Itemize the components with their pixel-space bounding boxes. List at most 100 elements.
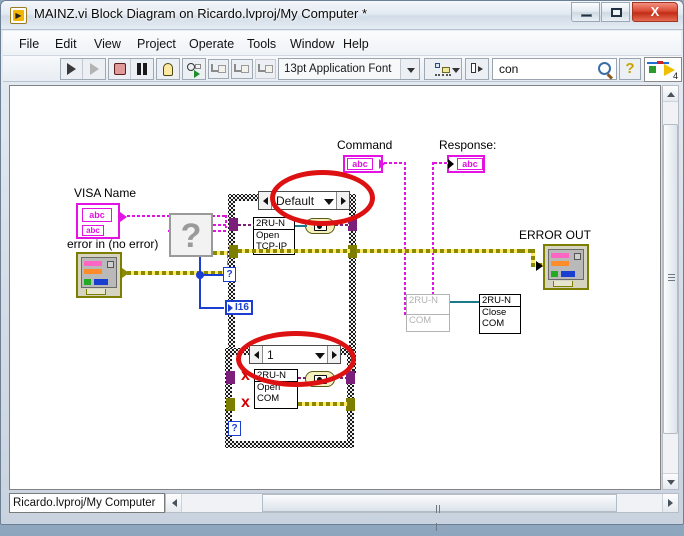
horizontal-scrollbar[interactable] bbox=[165, 493, 679, 531]
distribute-objects-button[interactable] bbox=[466, 59, 488, 79]
tunnel-top-right-string[interactable] bbox=[348, 218, 357, 231]
search-input[interactable]: con bbox=[492, 58, 617, 80]
vertical-scrollbar[interactable] bbox=[662, 85, 679, 490]
function-node-bottom[interactable] bbox=[305, 371, 335, 387]
run-continuously-button[interactable] bbox=[83, 59, 105, 79]
chevron-down-icon bbox=[667, 480, 675, 485]
wire-error-through-top bbox=[238, 249, 350, 253]
minimize-icon bbox=[581, 14, 592, 17]
scroll-grip-icon bbox=[668, 274, 675, 281]
block-diagram-canvas[interactable]: VISA Name error in (no error) Command Re… bbox=[9, 85, 661, 490]
error-in-green-led bbox=[84, 279, 91, 285]
menu-help[interactable]: Help bbox=[337, 35, 375, 53]
step-into-button[interactable] bbox=[208, 59, 230, 79]
step-over-icon bbox=[234, 63, 250, 75]
align-icon bbox=[435, 62, 451, 76]
error-out-blue-bar bbox=[561, 271, 575, 277]
select-function-node[interactable]: ? bbox=[169, 213, 213, 257]
minimize-button[interactable] bbox=[571, 2, 600, 22]
menu-operate[interactable]: Operate bbox=[183, 35, 240, 53]
case-selector-terminal-top[interactable]: ? bbox=[223, 267, 236, 282]
menu-edit[interactable]: Edit bbox=[49, 35, 83, 53]
retain-wire-values-button[interactable] bbox=[183, 59, 205, 79]
error-out-indicator[interactable] bbox=[543, 244, 589, 290]
case-next-arrow-top[interactable] bbox=[336, 192, 349, 209]
case-selector-terminal-bottom[interactable]: ? bbox=[228, 421, 241, 436]
maximize-button[interactable] bbox=[601, 2, 630, 22]
function-node-top-dot bbox=[317, 224, 322, 229]
context-help-badge: 4 bbox=[672, 71, 678, 81]
error-in-code-bar bbox=[84, 269, 102, 274]
tunnel-top-left-error[interactable] bbox=[229, 245, 238, 258]
visa-name-abc-sub: abc bbox=[82, 225, 104, 236]
menu-project[interactable]: Project bbox=[131, 35, 182, 53]
close-button[interactable]: X bbox=[632, 2, 678, 22]
distribute-icon bbox=[471, 63, 483, 75]
case-prev-arrow-bottom[interactable] bbox=[250, 346, 263, 363]
case-selector-top-value: Default bbox=[276, 193, 315, 208]
highlight-execution-button[interactable] bbox=[157, 59, 179, 79]
abort-button[interactable] bbox=[109, 59, 131, 79]
case-next-arrow-bottom[interactable] bbox=[327, 346, 340, 363]
font-selector-dropdown[interactable] bbox=[400, 59, 419, 79]
command-indicator[interactable]: abc bbox=[343, 155, 383, 173]
wire-bottom-subvi-out bbox=[298, 377, 306, 379]
wire-to-ring-terminal bbox=[199, 307, 224, 309]
error-in-square bbox=[107, 261, 114, 268]
highlight-execution-group bbox=[156, 58, 180, 80]
search-icon[interactable] bbox=[598, 62, 611, 75]
step-into-icon bbox=[211, 63, 227, 75]
case-prev-arrow-top[interactable] bbox=[259, 192, 272, 209]
vertical-scroll-thumb[interactable] bbox=[663, 124, 678, 434]
help-button[interactable]: ? bbox=[619, 58, 641, 80]
case-dropdown-bottom-icon[interactable] bbox=[312, 346, 327, 363]
tunnel-bottom-right-string[interactable] bbox=[346, 371, 355, 384]
visa-name-output-arrow bbox=[120, 212, 127, 222]
subvi-com-line2: COM bbox=[407, 314, 449, 326]
menu-tools[interactable]: Tools bbox=[241, 35, 282, 53]
context-help-window-icon[interactable]: 4 bbox=[644, 57, 682, 82]
run-button[interactable] bbox=[61, 59, 83, 79]
lightbulb-icon bbox=[163, 62, 173, 76]
wire-inside-top-teal bbox=[295, 225, 307, 227]
subvi-com-line1: 2RU-N bbox=[409, 295, 439, 306]
subvi-open-tcpip-line2: Open bbox=[254, 229, 294, 241]
wire-inside-top-purple bbox=[335, 224, 349, 226]
menu-view[interactable]: View bbox=[88, 35, 127, 53]
chevron-down-icon bbox=[407, 68, 415, 73]
align-objects-button[interactable] bbox=[425, 59, 461, 79]
subvi-open-com[interactable]: 2RU-N Open COM bbox=[254, 369, 298, 409]
menu-window[interactable]: Window bbox=[284, 35, 340, 53]
menu-file[interactable]: File bbox=[13, 35, 45, 53]
step-out-button[interactable] bbox=[254, 59, 276, 79]
subvi-close-com[interactable]: 2RU-N Close COM bbox=[479, 294, 521, 334]
pause-icon bbox=[136, 63, 148, 75]
broken-wire-x-error: x bbox=[241, 394, 250, 411]
menu-bar: File Edit View Project Operate Tools Win… bbox=[3, 31, 681, 56]
chevron-left-icon bbox=[172, 499, 177, 507]
ring-terminal[interactable]: I16 bbox=[225, 300, 253, 315]
function-node-top[interactable] bbox=[305, 218, 335, 234]
visa-name-control[interactable]: abc abc bbox=[76, 203, 120, 239]
step-over-button[interactable] bbox=[231, 59, 253, 79]
horizontal-scroll-thumb[interactable] bbox=[262, 494, 617, 531]
font-selector[interactable]: 13pt Application Font bbox=[278, 58, 420, 80]
wire-to-top-selector bbox=[199, 274, 225, 276]
subvi-close-com-line3: COM bbox=[482, 318, 505, 329]
subvi-com-disabled[interactable]: 2RU-N COM bbox=[406, 294, 450, 332]
subvi-close-com-line2: Close bbox=[480, 306, 520, 318]
pause-button[interactable] bbox=[131, 59, 153, 79]
tunnel-top-left-string[interactable] bbox=[229, 218, 238, 231]
scroll-right-button[interactable] bbox=[662, 494, 678, 512]
case-selector-bottom[interactable]: 1 bbox=[249, 345, 341, 364]
error-in-control[interactable] bbox=[76, 252, 122, 298]
scroll-down-button[interactable] bbox=[663, 473, 678, 489]
tunnel-bottom-left-string[interactable] bbox=[226, 371, 235, 384]
scroll-left-button[interactable] bbox=[166, 494, 182, 512]
scroll-up-button[interactable] bbox=[663, 86, 678, 102]
case-selector-top[interactable]: Default bbox=[258, 191, 350, 210]
tunnel-bottom-left-error[interactable] bbox=[226, 398, 235, 411]
chevron-up-icon bbox=[667, 92, 675, 97]
case-dropdown-top-icon[interactable] bbox=[321, 192, 336, 209]
subvi-open-tcpip-line1: 2RU-N bbox=[256, 218, 286, 229]
